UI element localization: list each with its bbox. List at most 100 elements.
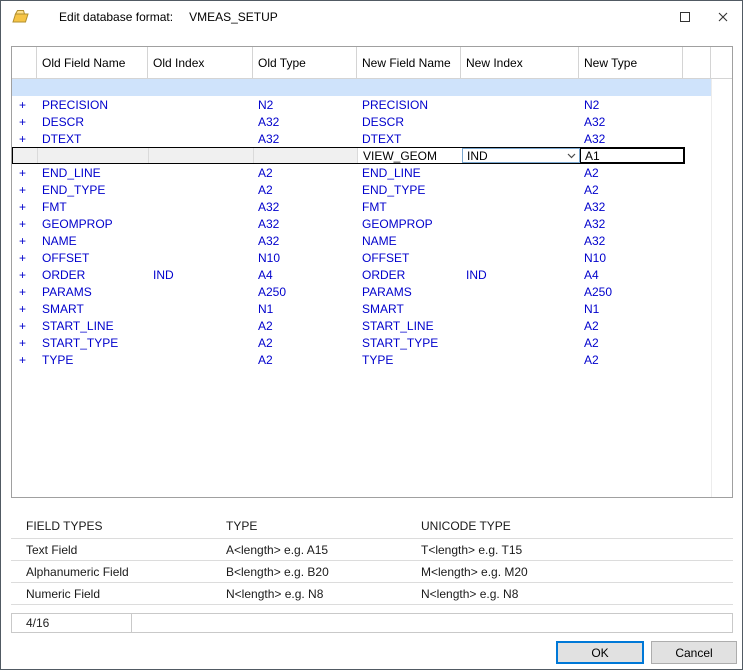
column-header-old-type[interactable]: Old Type — [253, 47, 357, 78]
cell-old-index[interactable] — [148, 181, 253, 198]
cell-old-index[interactable] — [148, 130, 253, 147]
cell-new-index[interactable] — [461, 198, 579, 215]
row-expand-marker[interactable]: + — [12, 283, 37, 300]
cell-old-type[interactable]: N2 — [253, 96, 357, 113]
cell-old-index[interactable] — [148, 198, 253, 215]
grid-row[interactable]: +TYPEA2TYPEA2 — [12, 351, 732, 368]
grid-row[interactable]: +PARAMSA250PARAMSA250 — [12, 283, 732, 300]
cell-old-field-name[interactable]: NAME — [37, 232, 148, 249]
cell-new-type[interactable]: A2 — [579, 164, 683, 181]
cell-old-type[interactable]: A4 — [253, 266, 357, 283]
cell-old-field-name[interactable]: START_TYPE — [37, 334, 148, 351]
cell-old-field-name[interactable]: TYPE — [37, 351, 148, 368]
cell-new-field-name[interactable]: NAME — [357, 232, 461, 249]
cell-old-field-name[interactable]: END_LINE — [37, 164, 148, 181]
cell-old-type[interactable] — [254, 148, 358, 163]
cell-new-type[interactable]: N2 — [579, 96, 683, 113]
maximize-button[interactable] — [666, 1, 704, 32]
cell-new-field-name[interactable]: OFFSET — [357, 249, 461, 266]
cell-old-index[interactable] — [148, 283, 253, 300]
cell-new-index[interactable] — [461, 215, 579, 232]
cell-new-index[interactable] — [461, 351, 579, 368]
cell-new-field-name[interactable]: SMART — [357, 300, 461, 317]
row-expand-marker[interactable]: + — [12, 351, 37, 368]
row-expand-marker[interactable]: + — [12, 232, 37, 249]
cell-old-field-name[interactable]: PRECISION — [37, 96, 148, 113]
cell-old-type[interactable]: N1 — [253, 300, 357, 317]
cell-new-field-name[interactable]: END_LINE — [357, 164, 461, 181]
cell-old-index[interactable] — [149, 148, 254, 163]
cell-new-index[interactable] — [461, 232, 579, 249]
cell-new-type[interactable]: A4 — [579, 266, 683, 283]
column-header-new-index[interactable]: New Index — [461, 47, 579, 78]
cell-new-type[interactable]: A32 — [579, 215, 683, 232]
column-header-old-field-name[interactable]: Old Field Name — [37, 47, 148, 78]
cell-new-index[interactable]: IND — [461, 266, 579, 283]
cell-new-field-name[interactable]: END_TYPE — [357, 181, 461, 198]
grid-row[interactable]: +DESCRA32DESCRA32 — [12, 113, 732, 130]
cell-new-index[interactable] — [461, 249, 579, 266]
cell-new-field-name[interactable]: DTEXT — [357, 130, 461, 147]
cell-old-field-name[interactable]: START_LINE — [37, 317, 148, 334]
row-expand-marker[interactable]: + — [12, 300, 37, 317]
cell-old-type[interactable]: A32 — [253, 113, 357, 130]
cell-old-field-name[interactable]: SMART — [37, 300, 148, 317]
cell-old-index[interactable] — [148, 215, 253, 232]
cell-new-field-name[interactable]: PARAMS — [357, 283, 461, 300]
cell-new-index[interactable] — [461, 334, 579, 351]
cell-new-type[interactable]: A2 — [579, 181, 683, 198]
cell-new-field-name[interactable]: DESCR — [357, 113, 461, 130]
cell-new-type[interactable]: A250 — [579, 283, 683, 300]
cell-new-field-name[interactable]: PRECISION — [357, 96, 461, 113]
cell-old-index[interactable]: IND — [148, 266, 253, 283]
grid-row[interactable]: +GEOMPROPA32GEOMPROPA32 — [12, 215, 732, 232]
cell-new-field-name[interactable]: VIEW_GEOM — [358, 148, 462, 163]
cell-new-index[interactable] — [461, 164, 579, 181]
cell-old-index[interactable] — [148, 96, 253, 113]
new-index-combobox[interactable]: IND — [462, 148, 580, 163]
column-header-new-type[interactable]: New Type — [579, 47, 683, 78]
cell-new-type[interactable]: N10 — [579, 249, 683, 266]
cell-old-field-name[interactable]: PARAMS — [37, 283, 148, 300]
cell-new-index[interactable] — [461, 113, 579, 130]
row-expand-marker[interactable]: + — [12, 113, 37, 130]
row-expand-marker[interactable]: + — [12, 130, 37, 147]
cell-new-field-name[interactable]: GEOMPROP — [357, 215, 461, 232]
cell-old-field-name[interactable]: DTEXT — [37, 130, 148, 147]
cell-new-field-name[interactable]: START_LINE — [357, 317, 461, 334]
cell-old-field-name[interactable] — [38, 148, 149, 163]
cell-new-type[interactable]: A32 — [579, 130, 683, 147]
cell-old-index[interactable] — [148, 232, 253, 249]
cell-old-type[interactable]: A32 — [253, 215, 357, 232]
cell-old-type[interactable]: A2 — [253, 334, 357, 351]
cell-new-type[interactable]: A32 — [579, 232, 683, 249]
row-expand-marker[interactable]: + — [12, 181, 37, 198]
column-header-old-index[interactable]: Old Index — [148, 47, 253, 78]
cell-old-field-name[interactable]: END_TYPE — [37, 181, 148, 198]
cell-old-index[interactable] — [148, 164, 253, 181]
cell-new-type[interactable]: A32 — [579, 198, 683, 215]
chevron-down-icon[interactable] — [564, 153, 579, 159]
row-expand-marker[interactable]: + — [12, 317, 37, 334]
cell-old-field-name[interactable]: DESCR — [37, 113, 148, 130]
cell-new-field-name[interactable]: START_TYPE — [357, 334, 461, 351]
ok-button[interactable]: OK — [556, 641, 644, 664]
column-header-new-field-name[interactable]: New Field Name — [357, 47, 461, 78]
row-expand-marker[interactable]: + — [12, 215, 37, 232]
cell-new-field-name[interactable]: TYPE — [357, 351, 461, 368]
cell-old-field-name[interactable]: FMT — [37, 198, 148, 215]
grid-row[interactable]: +FMTA32FMTA32 — [12, 198, 732, 215]
cell-new-index[interactable] — [461, 181, 579, 198]
row-expand-marker[interactable]: + — [12, 164, 37, 181]
grid-row[interactable]: +PRECISIONN2PRECISIONN2 — [12, 96, 732, 113]
grid-row[interactable]: +DTEXTA32DTEXTA32 — [12, 130, 732, 147]
cell-old-field-name[interactable]: ORDER — [37, 266, 148, 283]
grid-row[interactable]: +START_TYPEA2START_TYPEA2 — [12, 334, 732, 351]
grid-row[interactable]: +NAMEA32NAMEA32 — [12, 232, 732, 249]
cell-new-field-name[interactable]: ORDER — [357, 266, 461, 283]
cell-old-type[interactable]: A2 — [253, 164, 357, 181]
row-expand-marker[interactable]: + — [12, 198, 37, 215]
cell-new-index[interactable] — [461, 283, 579, 300]
row-expand-marker[interactable]: + — [12, 249, 37, 266]
cell-new-index[interactable] — [461, 96, 579, 113]
